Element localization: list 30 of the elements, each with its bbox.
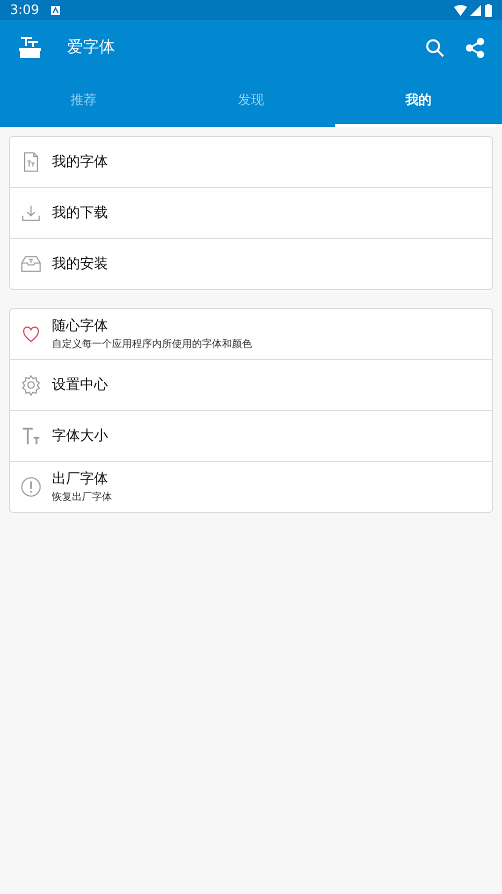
settings-icon bbox=[20, 374, 42, 396]
menu-item[interactable]: 设置中心 bbox=[10, 359, 492, 410]
notification-icon bbox=[51, 6, 60, 14]
battery-icon bbox=[485, 4, 492, 16]
menu-item-title: 设置中心 bbox=[52, 376, 108, 394]
menu-item[interactable]: 我的安装 bbox=[10, 238, 492, 289]
search-button[interactable] bbox=[424, 36, 446, 58]
menu-item-subtitle: 自定义每一个应用程序内所使用的字体和颜色 bbox=[52, 338, 252, 351]
menu-item[interactable]: 我的字体 bbox=[10, 137, 492, 187]
menu-item-title: 我的字体 bbox=[52, 153, 108, 171]
signal-icon bbox=[470, 4, 481, 16]
menu-item-title: 随心字体 bbox=[52, 317, 109, 335]
share-button[interactable] bbox=[464, 36, 486, 58]
menu-item-title: 字体大小 bbox=[52, 427, 108, 445]
status-time: 3:09 bbox=[10, 2, 40, 18]
app-logo-icon bbox=[18, 36, 42, 60]
tab[interactable]: 我的 bbox=[334, 75, 502, 127]
menu-item[interactable]: 字体大小 bbox=[10, 410, 492, 461]
menu-item-title: 出厂字体 bbox=[52, 470, 109, 488]
wifi-icon bbox=[454, 4, 467, 16]
alert-icon bbox=[20, 476, 42, 498]
inbox-icon bbox=[20, 253, 42, 275]
menu-item[interactable]: 我的下载 bbox=[10, 187, 492, 238]
app-title: 爱字体 bbox=[67, 37, 115, 58]
menu-item-title: 我的安装 bbox=[52, 255, 108, 273]
menu-item-subtitle: 恢复出厂字体 bbox=[52, 490, 112, 504]
text-size-icon bbox=[20, 425, 42, 447]
menu-item[interactable]: 出厂字体 恢复出厂字体 bbox=[10, 461, 492, 512]
menu-item[interactable]: 随心字体 自定义每一个应用程序内所使用的字体和颜色 bbox=[10, 309, 492, 359]
menu-item-title: 我的下载 bbox=[52, 204, 108, 222]
